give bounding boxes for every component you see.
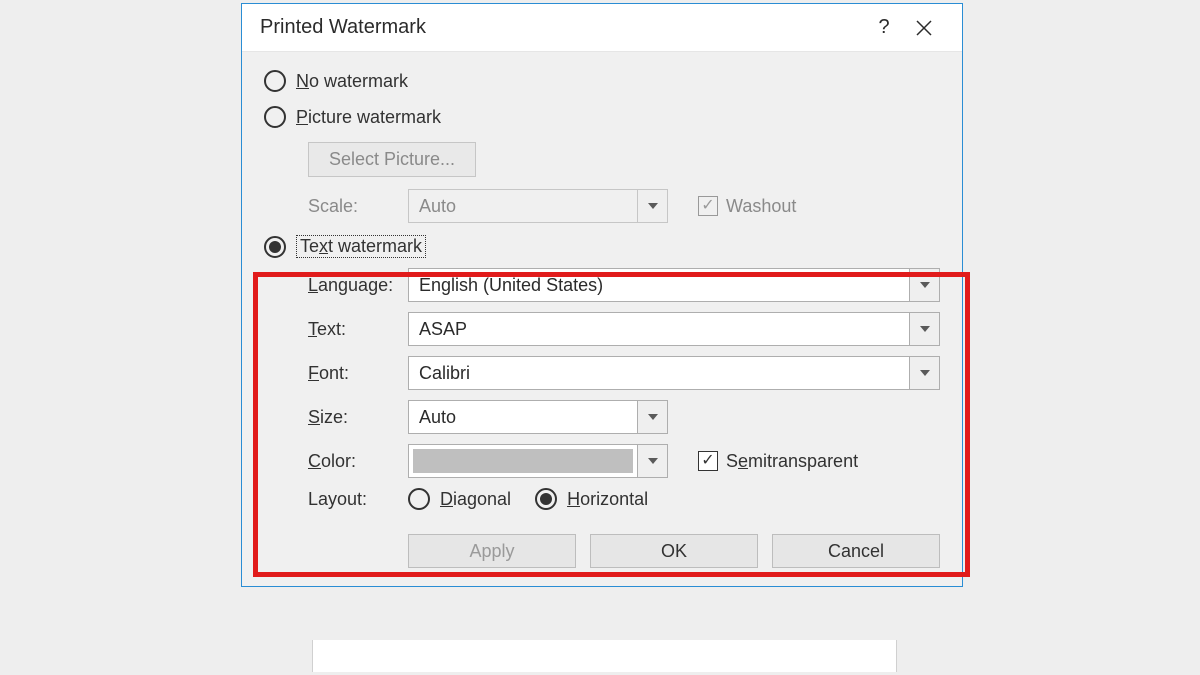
close-icon bbox=[915, 19, 933, 37]
horizontal-label: Horizontal bbox=[567, 489, 648, 510]
washout-label: Washout bbox=[726, 196, 796, 217]
close-button[interactable] bbox=[904, 19, 944, 37]
text-row: Text: ASAP bbox=[308, 312, 940, 346]
font-combo[interactable]: Calibri bbox=[408, 356, 940, 390]
language-value: English (United States) bbox=[409, 269, 909, 301]
radio-no-watermark[interactable]: No watermark bbox=[264, 70, 940, 92]
checkbox-icon: ✓ bbox=[698, 451, 718, 471]
text-value: ASAP bbox=[409, 313, 909, 345]
font-value: Calibri bbox=[409, 357, 909, 389]
text-combo[interactable]: ASAP bbox=[408, 312, 940, 346]
ok-button[interactable]: OK bbox=[590, 534, 758, 568]
chevron-down-icon[interactable] bbox=[909, 357, 939, 389]
cancel-button[interactable]: Cancel bbox=[772, 534, 940, 568]
text-watermark-group: Language: English (United States) Text: … bbox=[264, 268, 940, 510]
language-combo[interactable]: English (United States) bbox=[408, 268, 940, 302]
radio-label: No watermark bbox=[296, 71, 408, 92]
text-label: Text: bbox=[308, 319, 408, 340]
size-row: Size: Auto bbox=[308, 400, 940, 434]
chevron-down-icon[interactable] bbox=[909, 269, 939, 301]
scale-label: Scale: bbox=[308, 196, 408, 217]
language-row: Language: English (United States) bbox=[308, 268, 940, 302]
scale-combo: Auto bbox=[408, 189, 668, 223]
radio-label-focused: Text watermark bbox=[296, 235, 426, 258]
printed-watermark-dialog: Printed Watermark ? No watermark Picture… bbox=[241, 3, 963, 587]
font-row: Font: Calibri bbox=[308, 356, 940, 390]
washout-checkbox: ✓ Washout bbox=[698, 196, 796, 217]
scale-row: Scale: Auto ✓ Washout bbox=[308, 189, 940, 223]
font-label: Font: bbox=[308, 363, 408, 384]
chevron-down-icon[interactable] bbox=[909, 313, 939, 345]
radio-icon bbox=[264, 236, 286, 258]
scale-value: Auto bbox=[409, 190, 637, 222]
size-combo[interactable]: Auto bbox=[408, 400, 668, 434]
size-value: Auto bbox=[409, 401, 637, 433]
checkbox-icon: ✓ bbox=[698, 196, 718, 216]
dialog-content: No watermark Picture watermark Select Pi… bbox=[242, 52, 962, 530]
dialog-title: Printed Watermark bbox=[260, 16, 864, 39]
radio-icon bbox=[408, 488, 430, 510]
picture-watermark-group: Select Picture... Scale: Auto ✓ Washout bbox=[264, 142, 940, 223]
dialog-titlebar: Printed Watermark ? bbox=[242, 4, 962, 52]
layout-row: Layout: Diagonal Horizontal bbox=[308, 488, 940, 510]
color-combo[interactable] bbox=[408, 444, 668, 478]
apply-button[interactable]: Apply bbox=[408, 534, 576, 568]
size-label: Size: bbox=[308, 407, 408, 428]
semitransparent-label: Semitransparent bbox=[726, 451, 858, 472]
select-picture-button: Select Picture... bbox=[308, 142, 476, 177]
radio-diagonal[interactable]: Diagonal bbox=[408, 488, 511, 510]
help-button[interactable]: ? bbox=[864, 16, 904, 39]
color-swatch bbox=[413, 449, 633, 473]
radio-text-watermark[interactable]: Text watermark bbox=[264, 235, 940, 258]
layout-label: Layout: bbox=[308, 489, 408, 510]
radio-label: Picture watermark bbox=[296, 107, 441, 128]
radio-icon bbox=[264, 70, 286, 92]
chevron-down-icon[interactable] bbox=[637, 401, 667, 433]
color-label: Color: bbox=[308, 451, 408, 472]
semitransparent-checkbox[interactable]: ✓ Semitransparent bbox=[698, 451, 858, 472]
diagonal-label: Diagonal bbox=[440, 489, 511, 510]
chevron-down-icon bbox=[637, 190, 667, 222]
radio-picture-watermark[interactable]: Picture watermark bbox=[264, 106, 940, 128]
radio-icon bbox=[535, 488, 557, 510]
radio-horizontal[interactable]: Horizontal bbox=[535, 488, 648, 510]
chevron-down-icon[interactable] bbox=[637, 445, 667, 477]
language-label: Language: bbox=[308, 275, 408, 296]
color-row: Color: ✓ Semitransparent bbox=[308, 444, 940, 478]
radio-icon bbox=[264, 106, 286, 128]
background-window-sliver bbox=[312, 640, 897, 672]
dialog-button-row: Apply OK Cancel bbox=[242, 530, 962, 586]
